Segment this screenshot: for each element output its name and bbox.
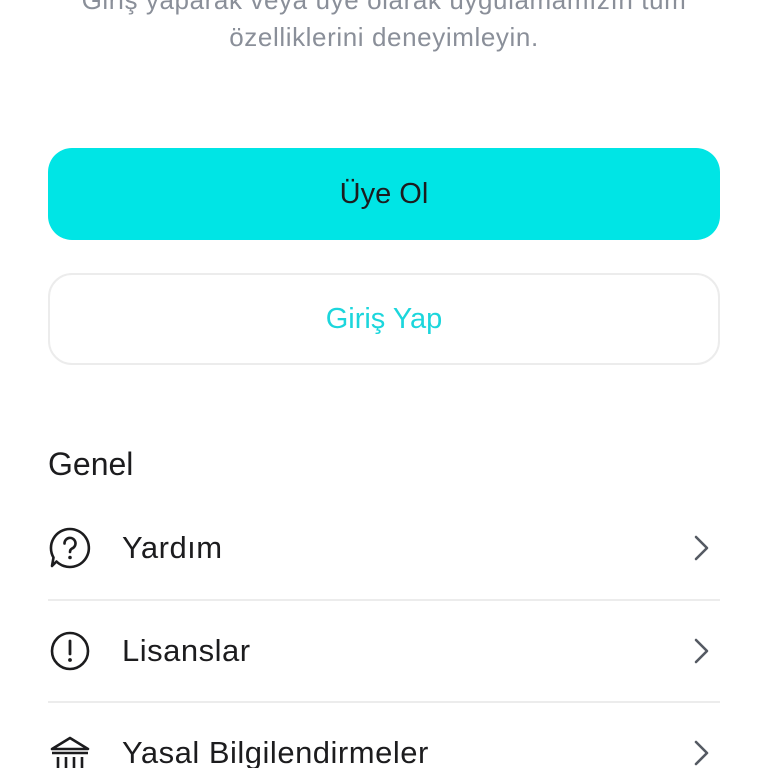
help-icon [48,526,92,570]
chevron-right-icon [690,635,714,667]
intro-text: Giriş yaparak veya üye olarak uygulamamı… [0,0,768,56]
section-title-general: Genel [48,446,134,482]
intro-line-1: Giriş yaparak veya üye olarak uygulamamı… [81,0,687,15]
chevron-right-icon [690,737,714,768]
menu-item-help[interactable]: Yardım [48,498,720,598]
signup-button[interactable]: Üye Ol [48,148,720,240]
menu-item-licenses-label: Lisanslar [122,633,251,668]
menu-item-help-label: Yardım [122,530,223,565]
login-button[interactable]: Giriş Yap [48,273,720,365]
account-screen: Giriş yaparak veya üye olarak uygulamamı… [0,0,768,768]
info-icon [48,629,92,673]
bank-icon [48,731,92,768]
menu-item-licenses[interactable]: Lisanslar [48,601,720,701]
menu-item-legal-label: Yasal Bilgilendirmeler [122,735,429,768]
menu-item-legal[interactable]: Yasal Bilgilendirmeler [48,703,720,768]
intro-line-2: özelliklerini deneyimleyin. [229,22,539,52]
chevron-right-icon [690,532,714,564]
